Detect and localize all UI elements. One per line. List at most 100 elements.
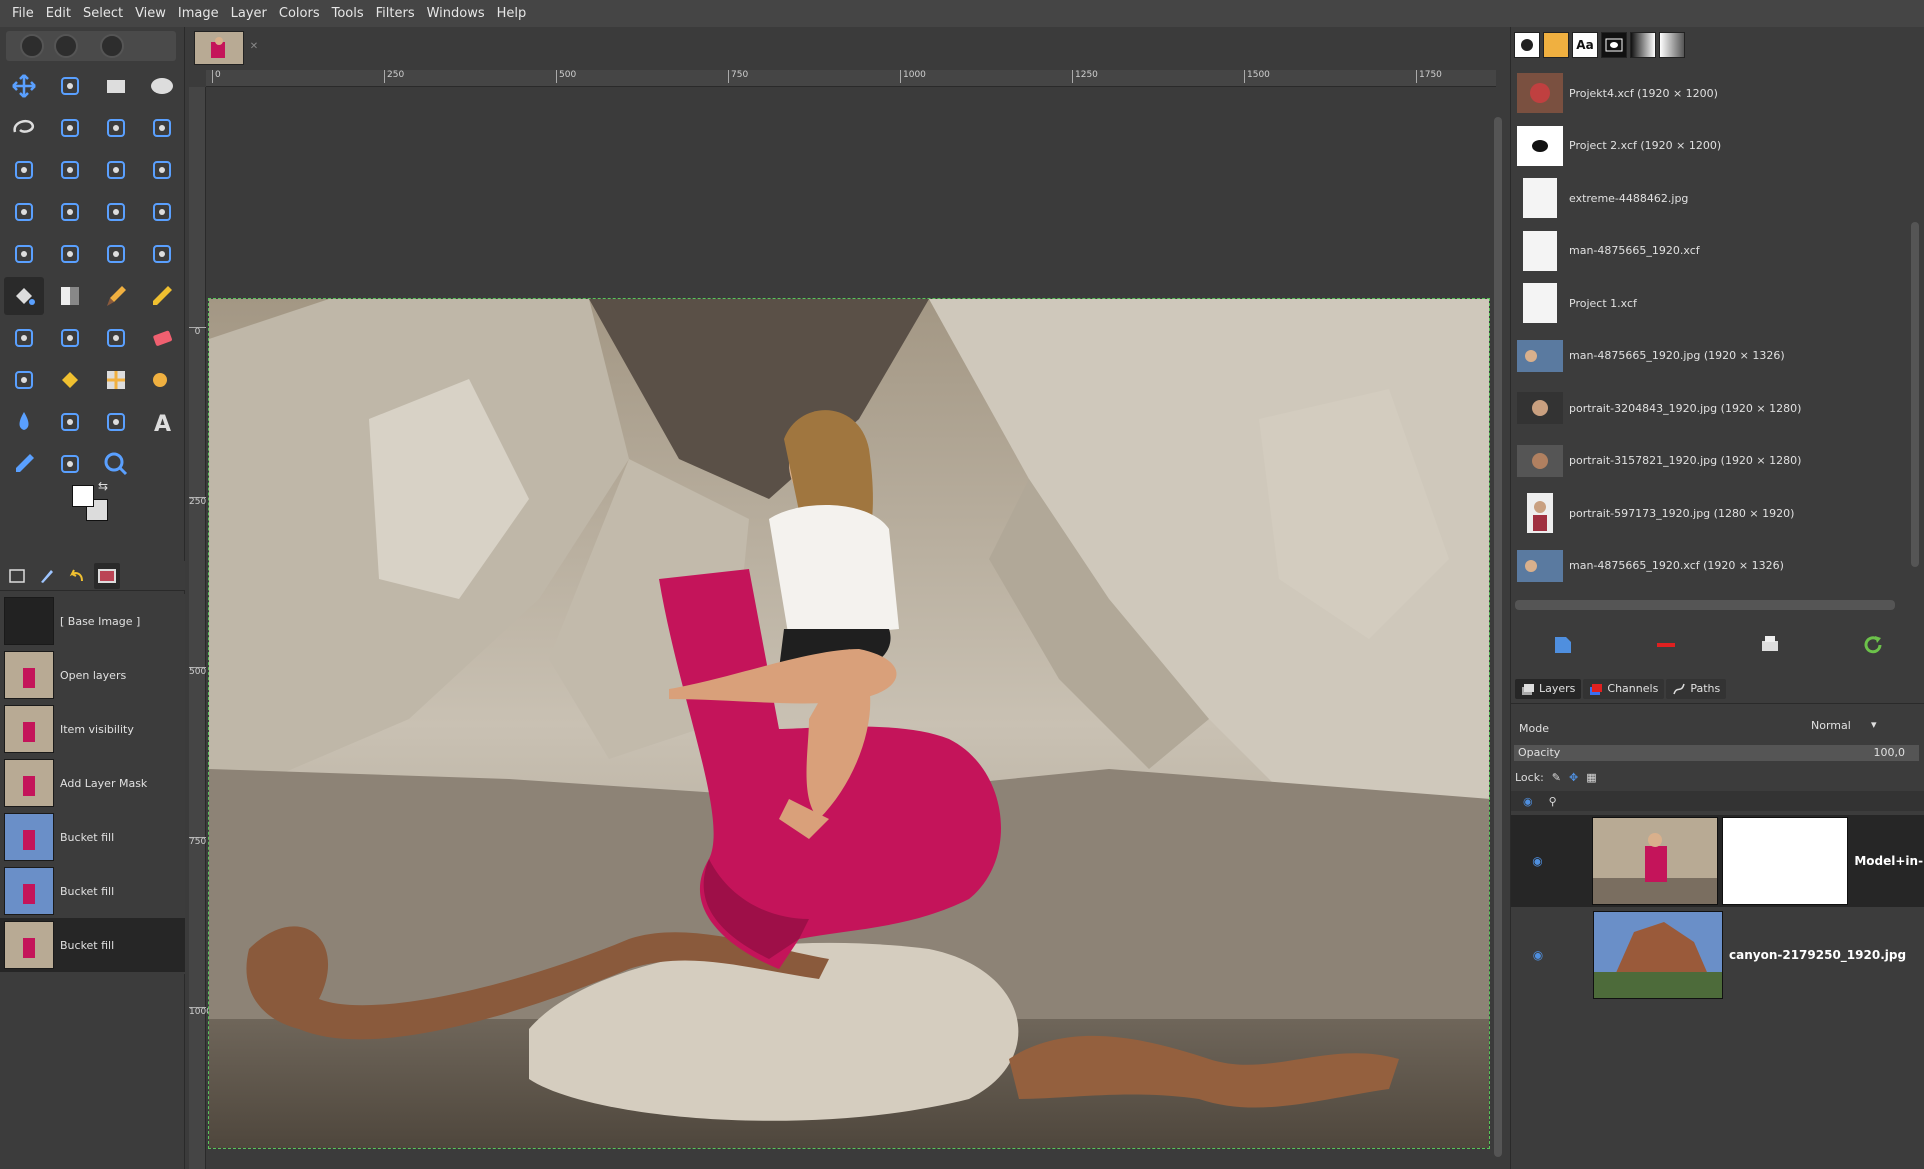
menu-view[interactable]: View <box>129 0 172 27</box>
layer-row[interactable]: ◉ Model+in-l <box>1511 815 1924 907</box>
scissors-select-icon[interactable] <box>50 109 90 147</box>
layer-row[interactable]: ◉ canyon-2179250_1920.jpg <box>1511 909 1924 1001</box>
image-list-item[interactable]: extreme-4488462.jpg <box>1511 172 1907 224</box>
swap-colors-icon[interactable]: ⇆ <box>98 479 108 493</box>
text-tool-icon[interactable]: A <box>142 403 182 441</box>
tab-layers[interactable]: Layers <box>1515 678 1582 699</box>
layer-visibility-icon[interactable]: ◉ <box>1523 948 1553 962</box>
canvas-image[interactable] <box>208 298 1490 1149</box>
image-list-item[interactable]: man-4875665_1920.xcf <box>1511 225 1907 277</box>
cage-transform-icon[interactable] <box>96 235 136 273</box>
scale-tool-icon[interactable] <box>4 193 44 231</box>
mode-select[interactable]: Normal <box>1811 719 1875 737</box>
tab-paths[interactable]: Paths <box>1666 678 1727 699</box>
perspective-clone-icon[interactable] <box>96 361 136 399</box>
menu-tools[interactable]: Tools <box>326 0 370 27</box>
close-tab-icon[interactable]: ✕ <box>248 41 260 53</box>
layer-name[interactable]: Model+in-l <box>1854 854 1924 868</box>
images-horizontal-scrollbar[interactable] <box>1515 600 1895 610</box>
opacity-slider[interactable]: Opacity 100,0 <box>1514 745 1919 761</box>
image-list-item[interactable]: portrait-597173_1920.jpg (1280 × 1920) <box>1511 487 1907 539</box>
canvas-vertical-scrollbar[interactable] <box>1492 87 1504 1169</box>
palette-tab-icon[interactable] <box>1659 32 1685 58</box>
free-select-icon[interactable] <box>4 109 44 147</box>
chevron-down-icon[interactable]: ▾ <box>1871 718 1877 731</box>
ink-icon[interactable] <box>50 319 90 357</box>
image-list-item[interactable]: portrait-3204843_1920.jpg (1920 × 1280) <box>1511 382 1907 434</box>
gradient-tab-icon[interactable] <box>1630 32 1656 58</box>
tab-channels[interactable]: Channels <box>1583 678 1665 699</box>
images-scrollbar[interactable] <box>1909 67 1921 607</box>
color-picker-icon[interactable] <box>4 445 44 483</box>
bucket-fill-icon[interactable] <box>4 277 44 315</box>
perspective-tool-icon[interactable] <box>142 193 182 231</box>
mypaint-icon[interactable] <box>96 319 136 357</box>
menu-edit[interactable]: Edit <box>40 0 77 27</box>
image-list-item[interactable]: Projekt4.xcf (1920 × 1200) <box>1511 67 1907 119</box>
airbrush-icon[interactable] <box>4 319 44 357</box>
menu-help[interactable]: Help <box>491 0 533 27</box>
pattern-tab-icon[interactable] <box>1543 32 1569 58</box>
paintbrush-icon[interactable] <box>96 277 136 315</box>
blur-icon[interactable] <box>4 403 44 441</box>
menu-filters[interactable]: Filters <box>370 0 421 27</box>
rotate-tool-icon[interactable] <box>142 151 182 189</box>
open-display-icon[interactable] <box>1547 629 1579 661</box>
clone-icon[interactable] <box>4 361 44 399</box>
lock-alpha-icon[interactable]: ▦ <box>1586 771 1596 784</box>
measure-tool-icon[interactable] <box>96 151 136 189</box>
tool-options-tab-icon[interactable] <box>4 563 30 589</box>
heal-icon[interactable] <box>50 361 90 399</box>
print-icon[interactable] <box>1754 629 1786 661</box>
image-list-item[interactable]: Project 1.xcf <box>1511 277 1907 329</box>
shear-tool-icon[interactable] <box>50 193 90 231</box>
paths-tool-icon[interactable] <box>96 403 136 441</box>
color-select-icon[interactable] <box>4 151 44 189</box>
history-item[interactable]: Open layers <box>0 648 185 702</box>
menu-colors[interactable]: Colors <box>273 0 326 27</box>
opacity-value[interactable]: 100,0 <box>1874 745 1906 761</box>
ellipse-select-icon[interactable] <box>142 67 182 105</box>
foreground-select-icon[interactable] <box>96 109 136 147</box>
lock-position-icon[interactable]: ✥ <box>1569 771 1578 784</box>
smudge-icon[interactable] <box>142 361 182 399</box>
history-item[interactable]: Bucket fill <box>0 918 185 972</box>
images-tab-icon[interactable] <box>94 562 120 589</box>
unified-transform-icon[interactable] <box>4 235 44 273</box>
menu-image[interactable]: Image <box>172 0 225 27</box>
layer-name[interactable]: canyon-2179250_1920.jpg <box>1729 948 1906 962</box>
history-item[interactable]: [ Base Image ] <box>0 594 185 648</box>
history-item[interactable]: Bucket fill <box>0 810 185 864</box>
handle-transform-icon[interactable] <box>50 235 90 273</box>
fg-bg-colors[interactable]: ⇆ <box>72 479 122 535</box>
device-status-tab-icon[interactable] <box>34 563 60 589</box>
image-tab-icon[interactable] <box>1601 32 1627 58</box>
rect-select-icon[interactable] <box>96 67 136 105</box>
measure-icon[interactable] <box>50 445 90 483</box>
gradient-icon[interactable] <box>50 277 90 315</box>
foreground-color[interactable] <box>72 485 94 507</box>
eraser-icon[interactable] <box>142 319 182 357</box>
pencil-icon[interactable] <box>142 277 182 315</box>
image-list-item[interactable]: man-4875665_1920.jpg (1920 × 1326) <box>1511 330 1907 382</box>
undo-history-tab-icon[interactable] <box>64 563 90 589</box>
image-tab[interactable] <box>194 31 244 65</box>
delete-image-icon[interactable] <box>1650 629 1682 661</box>
history-item[interactable]: Bucket fill <box>0 864 185 918</box>
menu-windows[interactable]: Windows <box>421 0 491 27</box>
alignment-tool-icon[interactable] <box>50 67 90 105</box>
zoom-icon[interactable] <box>96 445 136 483</box>
font-tab-icon[interactable]: Aa <box>1572 32 1598 58</box>
lock-pixels-icon[interactable]: ✎ <box>1552 771 1561 784</box>
layer-visibility-icon[interactable]: ◉ <box>1523 854 1552 868</box>
menu-file[interactable]: File <box>6 0 40 27</box>
warp-transform-icon[interactable] <box>142 235 182 273</box>
image-list-item[interactable]: Project 2.xcf (1920 × 1200) <box>1511 120 1907 172</box>
history-item[interactable]: Add Layer Mask <box>0 756 185 810</box>
image-list-item[interactable]: man-4875665_1920.xcf (1920 × 1326) <box>1511 540 1907 592</box>
menu-layer[interactable]: Layer <box>225 0 273 27</box>
image-list-item[interactable]: portrait-3157821_1920.jpg (1920 × 1280) <box>1511 435 1907 487</box>
paths-brush-icon[interactable] <box>50 151 90 189</box>
fuzzy-select-icon[interactable] <box>142 109 182 147</box>
move-tool-icon[interactable] <box>4 67 44 105</box>
